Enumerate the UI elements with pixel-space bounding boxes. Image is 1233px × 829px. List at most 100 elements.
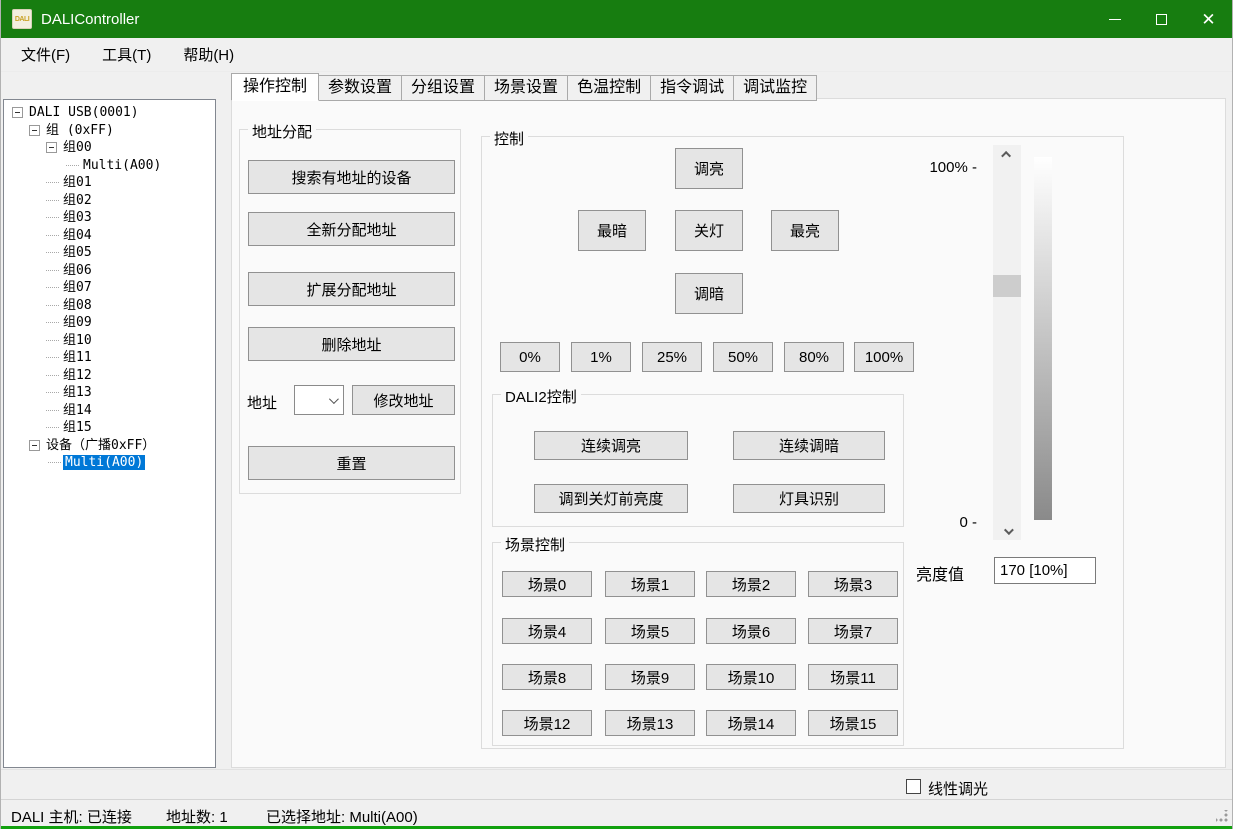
lights-off-button[interactable]: 关灯	[675, 210, 743, 251]
scene-11-button[interactable]: 场景11	[808, 664, 898, 690]
tree-connector	[46, 375, 59, 376]
menu-file[interactable]: 文件(F)	[9, 39, 82, 70]
tab-color-temp-control[interactable]: 色温控制	[567, 75, 651, 101]
collapse-icon[interactable]	[46, 142, 57, 153]
scene-0-button[interactable]: 场景0	[502, 571, 592, 597]
status-address-count: 地址数: 1	[166, 806, 228, 827]
tree-item-group05[interactable]: 组05	[4, 244, 215, 262]
scroll-down-button[interactable]	[993, 522, 1021, 540]
scene-1-button[interactable]: 场景1	[605, 571, 695, 597]
menu-tools[interactable]: 工具(T)	[90, 39, 163, 70]
maximize-button[interactable]	[1138, 0, 1185, 38]
tab-grouping-settings[interactable]: 分组设置	[401, 75, 485, 101]
tree-item-group10[interactable]: 组10	[4, 332, 215, 350]
slider-max-label: 100% -	[922, 159, 977, 176]
tree-item-group07[interactable]: 组07	[4, 279, 215, 297]
scene-8-button[interactable]: 场景8	[502, 664, 592, 690]
tree-item-group08[interactable]: 组08	[4, 297, 215, 315]
tree-item-group11[interactable]: 组11	[4, 349, 215, 367]
tab-command-debug[interactable]: 指令调试	[650, 75, 734, 101]
search-addressed-devices-button[interactable]: 搜索有地址的设备	[248, 160, 455, 194]
scene-6-button[interactable]: 场景6	[706, 618, 796, 644]
address-assignment-group: 地址分配 搜索有地址的设备 全新分配地址 扩展分配地址 删除地址 地址 修改地址…	[239, 129, 461, 494]
percent-25-button[interactable]: 25%	[642, 342, 702, 372]
percent-1-button[interactable]: 1%	[571, 342, 631, 372]
tree-item-group02[interactable]: 组02	[4, 192, 215, 210]
tree-item-group14[interactable]: 组14	[4, 402, 215, 420]
scene-15-button[interactable]: 场景15	[808, 710, 898, 736]
tree-item-group12[interactable]: 组12	[4, 367, 215, 385]
luminaire-identify-button[interactable]: 灯具识别	[733, 484, 885, 513]
tree-item-group15[interactable]: 组15	[4, 419, 215, 437]
tree-item-group01[interactable]: 组01	[4, 174, 215, 192]
assign-new-address-button[interactable]: 全新分配地址	[248, 212, 455, 246]
scene-3-button[interactable]: 场景3	[808, 571, 898, 597]
tab-parameter-settings[interactable]: 参数设置	[318, 75, 402, 101]
delete-address-button[interactable]: 删除地址	[248, 327, 455, 361]
tree-item-group00[interactable]: 组00	[4, 139, 215, 157]
control-group: 控制 调亮 最暗 关灯 最亮 调暗 0% 1% 25% 50% 80% 100%…	[481, 136, 1124, 749]
scene-12-button[interactable]: 场景12	[502, 710, 592, 736]
linear-dimming-checkbox[interactable]	[906, 779, 921, 794]
chevron-down-icon	[329, 394, 339, 404]
control-group-title: 控制	[490, 128, 528, 149]
tree-item-group03[interactable]: 组03	[4, 209, 215, 227]
linear-dimming-label[interactable]: 线性调光	[928, 778, 988, 799]
close-button[interactable]: ✕	[1185, 0, 1232, 38]
tree-connector	[66, 165, 79, 166]
tree-item-multi-a00[interactable]: Multi(A00)	[4, 157, 215, 175]
dim-button[interactable]: 调暗	[675, 273, 743, 314]
tree-connector	[46, 217, 59, 218]
restore-pre-off-brightness-button[interactable]: 调到关灯前亮度	[534, 484, 688, 513]
tree-item-group06[interactable]: 组06	[4, 262, 215, 280]
tree-item-group13[interactable]: 组13	[4, 384, 215, 402]
chevron-down-icon	[1003, 525, 1013, 535]
tab-scene-settings[interactable]: 场景设置	[484, 75, 568, 101]
scene-4-button[interactable]: 场景4	[502, 618, 592, 644]
modify-address-button[interactable]: 修改地址	[352, 385, 455, 415]
close-icon: ✕	[1201, 11, 1215, 28]
tab-debug-monitor[interactable]: 调试监控	[733, 75, 817, 101]
continuous-brighten-button[interactable]: 连续调亮	[534, 431, 688, 460]
collapse-icon[interactable]	[12, 107, 23, 118]
address-combobox[interactable]	[294, 385, 344, 415]
tab-operation-control[interactable]: 操作控制	[231, 73, 319, 101]
scene-14-button[interactable]: 场景14	[706, 710, 796, 736]
tree-item-multi-a00-selected[interactable]: Multi(A00)	[4, 454, 215, 472]
tree-connector	[46, 340, 59, 341]
tree-item-group09[interactable]: 组09	[4, 314, 215, 332]
scene-5-button[interactable]: 场景5	[605, 618, 695, 644]
percent-100-button[interactable]: 100%	[854, 342, 914, 372]
brightness-scrollbar[interactable]	[993, 145, 1021, 540]
brightness-value-label: 亮度值	[916, 561, 964, 585]
tree-connector	[46, 322, 59, 323]
resize-grip-icon[interactable]	[1216, 810, 1228, 822]
dali2-control-group: DALI2控制 连续调亮 连续调暗 调到关灯前亮度 灯具识别	[492, 394, 904, 527]
continuous-dim-button[interactable]: 连续调暗	[733, 431, 885, 460]
scrollbar-thumb[interactable]	[993, 275, 1021, 297]
scene-13-button[interactable]: 场景13	[605, 710, 695, 736]
tree-item-device-broadcast[interactable]: 设备（广播0xFF）	[4, 437, 215, 455]
minimize-button[interactable]	[1091, 0, 1138, 38]
scene-2-button[interactable]: 场景2	[706, 571, 796, 597]
tree-item-dali-usb[interactable]: DALI USB(0001)	[4, 104, 215, 122]
collapse-icon[interactable]	[29, 440, 40, 451]
dimmest-button[interactable]: 最暗	[578, 210, 646, 251]
scroll-up-button[interactable]	[993, 145, 1021, 163]
percent-0-button[interactable]: 0%	[500, 342, 560, 372]
percent-80-button[interactable]: 80%	[784, 342, 844, 372]
collapse-icon[interactable]	[29, 125, 40, 136]
menu-help[interactable]: 帮助(H)	[171, 39, 246, 70]
brighten-button[interactable]: 调亮	[675, 148, 743, 189]
scene-7-button[interactable]: 场景7	[808, 618, 898, 644]
tree-item-group04[interactable]: 组04	[4, 227, 215, 245]
brightest-button[interactable]: 最亮	[771, 210, 839, 251]
brightness-value-field[interactable]: 170 [10%]	[994, 557, 1096, 584]
tree-item-group-root[interactable]: 组 (0xFF)	[4, 122, 215, 140]
scene-9-button[interactable]: 场景9	[605, 664, 695, 690]
scene-10-button[interactable]: 场景10	[706, 664, 796, 690]
reset-button[interactable]: 重置	[248, 446, 455, 480]
percent-50-button[interactable]: 50%	[713, 342, 773, 372]
extend-assign-address-button[interactable]: 扩展分配地址	[248, 272, 455, 306]
tree-connector	[46, 182, 59, 183]
